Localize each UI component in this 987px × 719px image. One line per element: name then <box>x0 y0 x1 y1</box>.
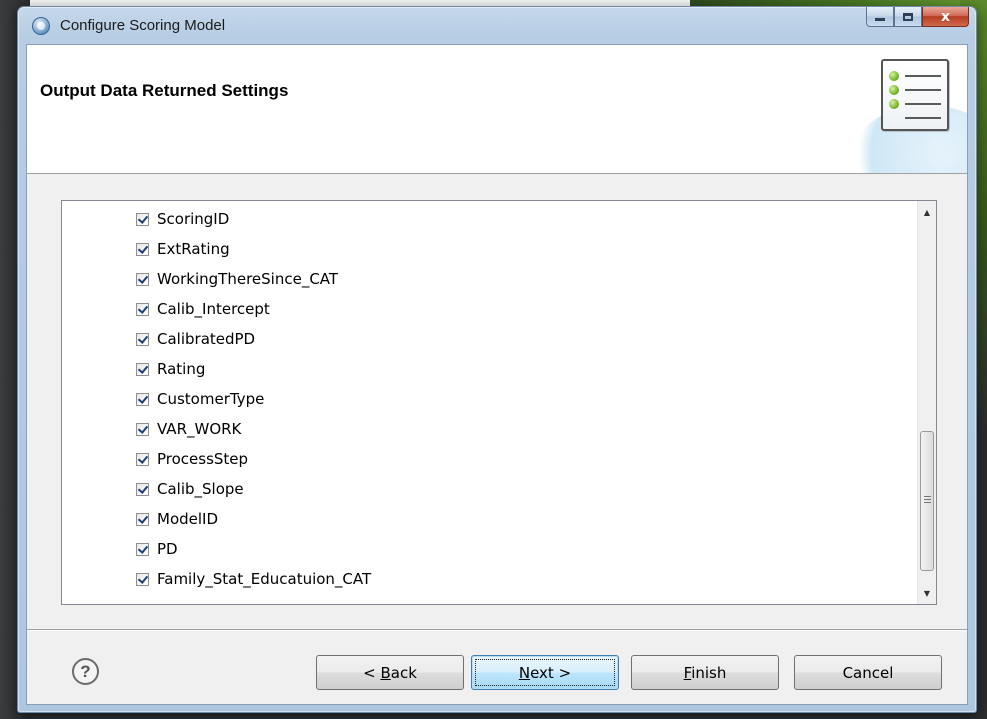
checklist-icon <box>881 59 949 131</box>
help-icon: ? <box>80 661 91 681</box>
minimize-button[interactable] <box>866 7 894 27</box>
configure-scoring-model-dialog: Configure Scoring Model x Output Data Re… <box>17 6 977 713</box>
checkbox[interactable] <box>136 212 149 226</box>
list-item[interactable]: CustomerType <box>136 386 264 412</box>
cancel-button[interactable]: Cancel <box>794 655 942 690</box>
checkbox[interactable] <box>136 452 149 466</box>
app-icon <box>32 17 50 35</box>
list-item-label: Family_Stat_Educatuion_CAT <box>157 570 372 588</box>
list-item[interactable]: ProcessStep <box>136 446 248 472</box>
dialog-body: Output Data Returned Settings ScoringID … <box>26 44 968 705</box>
next-button[interactable]: Next > <box>471 655 619 690</box>
list-item[interactable]: ExtRating <box>136 236 230 262</box>
list-item[interactable]: CalibratedPD <box>136 326 255 352</box>
page-title: Output Data Returned Settings <box>40 81 289 100</box>
list-item[interactable]: Family_Stat_Educatuion_CAT <box>136 566 371 592</box>
list-item-label: VAR_WORK <box>157 420 242 438</box>
scroll-up-arrow-icon[interactable]: ▲ <box>918 203 936 221</box>
list-item[interactable]: Calib_Slope <box>136 476 244 502</box>
list-item-label: Calib_Slope <box>157 480 244 498</box>
close-icon: x <box>940 8 951 25</box>
maximize-button[interactable] <box>894 7 922 27</box>
list-item[interactable]: Calib_Intercept <box>136 296 270 322</box>
scrollbar-thumb[interactable] <box>920 431 934 571</box>
help-button[interactable]: ? <box>72 658 99 685</box>
list-item-label: Calib_Intercept <box>157 300 270 318</box>
finish-button[interactable]: Finish <box>631 655 779 690</box>
list-item-label: ExtRating <box>157 240 230 258</box>
window-controls: x <box>866 7 969 29</box>
list-item[interactable]: PD <box>136 536 178 562</box>
title-bar[interactable]: Configure Scoring Model x <box>18 7 976 45</box>
focus-ring <box>475 659 615 686</box>
list-item-label: WorkingThereSince_CAT <box>157 270 339 288</box>
close-button[interactable]: x <box>922 7 969 27</box>
list-item-label: ProcessStep <box>157 450 249 468</box>
checkbox[interactable] <box>136 482 149 496</box>
checkbox[interactable] <box>136 272 149 286</box>
grip-icon <box>924 496 931 505</box>
checkbox[interactable] <box>136 242 149 256</box>
cancel-button-label: Cancel <box>842 663 894 682</box>
vertical-scrollbar[interactable]: ▲ ▼ <box>917 201 936 604</box>
checkbox[interactable] <box>136 392 149 406</box>
checkbox[interactable] <box>136 542 149 556</box>
list-item-label: CustomerType <box>157 390 265 408</box>
maximize-icon <box>903 12 913 21</box>
list-item-label: Rating <box>157 360 206 378</box>
back-button-label: < Back <box>363 663 417 682</box>
scroll-down-arrow-icon[interactable]: ▼ <box>918 584 936 602</box>
checkbox[interactable] <box>136 422 149 436</box>
list-item[interactable]: WorkingThereSince_CAT <box>136 266 338 292</box>
minimize-icon <box>875 18 885 21</box>
footer-divider <box>27 629 967 630</box>
checkbox[interactable] <box>136 362 149 376</box>
list-item-label: ModelID <box>157 510 219 528</box>
list-item-label: PD <box>157 540 178 558</box>
list-item-label: CalibratedPD <box>157 330 256 348</box>
back-button[interactable]: < Back <box>316 655 464 690</box>
list-item[interactable]: Rating <box>136 356 205 382</box>
checkbox[interactable] <box>136 332 149 346</box>
list-item[interactable]: VAR_WORK <box>136 416 241 442</box>
output-fields-list[interactable]: ScoringID ExtRating WorkingThereSince_CA… <box>61 200 937 605</box>
finish-button-label: Finish <box>683 663 727 682</box>
checkbox[interactable] <box>136 512 149 526</box>
wizard-header: Output Data Returned Settings <box>27 45 967 174</box>
list-item[interactable]: ModelID <box>136 506 218 532</box>
checkbox[interactable] <box>136 302 149 316</box>
output-fields-list-content: ScoringID ExtRating WorkingThereSince_CA… <box>62 201 917 604</box>
window-title: Configure Scoring Model <box>60 17 226 34</box>
list-item[interactable]: ScoringID <box>136 206 229 232</box>
checkbox[interactable] <box>136 572 149 586</box>
list-item-label: ScoringID <box>157 210 230 228</box>
